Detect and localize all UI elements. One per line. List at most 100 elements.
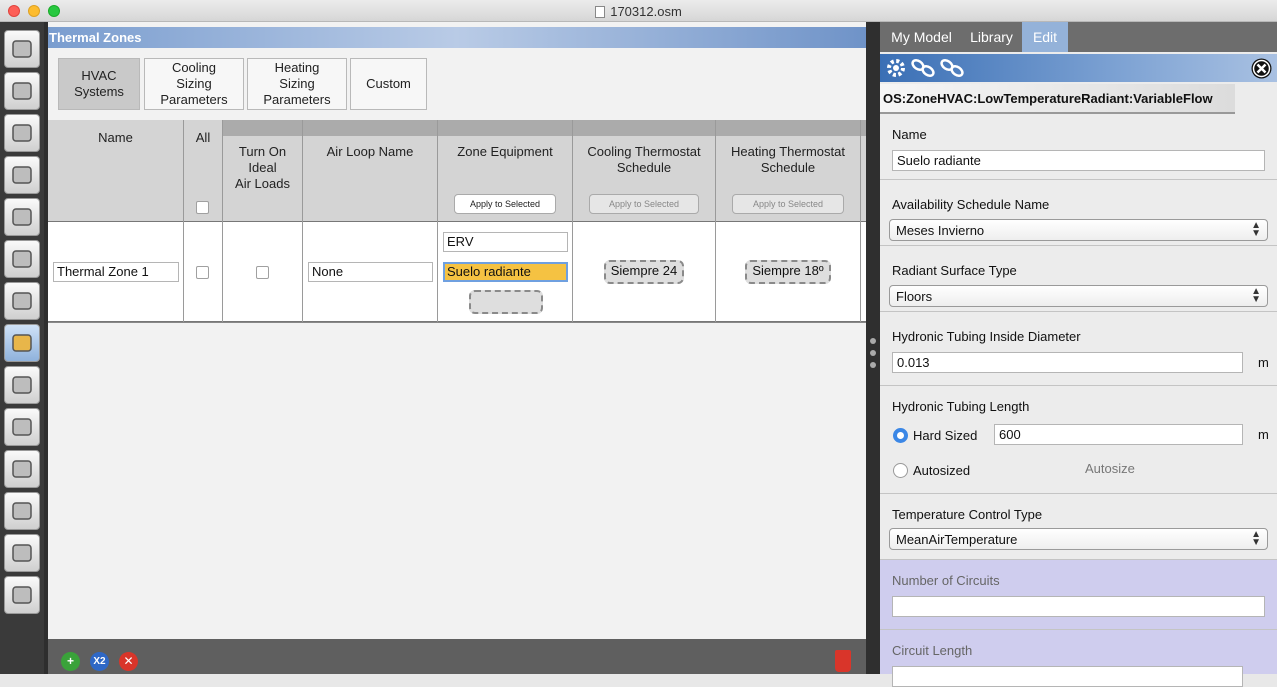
column-all: All (184, 120, 223, 322)
zone-equipment-item-selected[interactable]: Suelo radiante (443, 262, 568, 282)
availability-label: Availability Schedule Name (892, 197, 1050, 212)
zone-name-field[interactable]: Thermal Zone 1 (53, 262, 179, 282)
subtab-cooling-sizing[interactable]: Cooling Sizing Parameters (144, 58, 244, 110)
surface-type-value: Floors (896, 289, 933, 304)
column-air-loop: Air Loop Name None (303, 120, 438, 322)
inspector-tabs: My Model Library Edit (880, 22, 1277, 52)
left-nav-bar (0, 22, 44, 674)
nav-button-site-globe[interactable] (4, 30, 40, 68)
inspector-panel: My Model Library Edit OS:ZoneHVAC:LowTem… (880, 22, 1277, 687)
tab-edit[interactable]: Edit (1022, 22, 1068, 52)
column-header-heating-thermostat: Heating Thermostat Schedule Apply to Sele… (716, 120, 860, 222)
space-types-cube-icon (12, 208, 32, 226)
main-panel: Thermal Zones HVAC Systems Cooling Sizing P… (48, 22, 866, 674)
field-diameter-section: Hydronic Tubing Inside Diameter 0.013 m (880, 312, 1277, 386)
ideal-air-loads-checkbox[interactable] (256, 266, 269, 279)
gear-icon[interactable] (885, 57, 907, 79)
nav-button-run-play[interactable] (4, 534, 40, 572)
apply-to-selected-button[interactable]: Apply to Selected (589, 194, 699, 214)
temp-control-select[interactable]: MeanAirTemperature ▲ ▼ (889, 528, 1268, 550)
column-air-loop-label: Air Loop Name (326, 144, 414, 159)
subtab-hvac-systems[interactable]: HVAC Systems (58, 58, 140, 110)
subtab-hvac-systems-label: HVAC Systems (74, 68, 124, 99)
purge-trash-icon[interactable] (835, 650, 851, 672)
results-chart-icon (12, 586, 32, 604)
tab-my-model[interactable]: My Model (880, 22, 963, 52)
tubing-length-input[interactable]: 600 (994, 424, 1243, 445)
nav-button-constructions-brick[interactable] (4, 114, 40, 152)
nav-button-facility-box[interactable] (4, 282, 40, 320)
subtab-heating-sizing-label: Heating Sizing Parameters (263, 60, 331, 107)
add-zone-button[interactable]: + (61, 652, 80, 671)
page-title: Thermal Zones (48, 27, 866, 48)
table-row-cell-ideal-air-loads (223, 222, 302, 322)
thermal-zones-grid: Name Thermal Zone 1 All Turn On Ideal Air … (48, 120, 866, 322)
availability-select[interactable]: Meses Invierno ▲ ▼ (889, 219, 1268, 241)
column-name: Name Thermal Zone 1 (48, 120, 184, 322)
name-input[interactable]: Suelo radiante (892, 150, 1265, 171)
column-name-label: Name (98, 130, 133, 145)
site-globe-icon (12, 40, 32, 58)
zone-equipment-item[interactable]: ERV (443, 232, 568, 252)
field-name-section: Name Suelo radiante (880, 116, 1277, 180)
autosized-label: Autosized (913, 463, 971, 478)
column-ideal-air-loads: Turn On Ideal Air Loads (223, 120, 303, 322)
nav-button-thermal-zones-cube[interactable] (4, 324, 40, 362)
row-select-checkbox[interactable] (196, 266, 209, 279)
cooling-schedule-drop-zone[interactable]: Siempre 24 (604, 260, 684, 284)
air-loop-name-field[interactable]: None (308, 262, 433, 282)
diameter-unit: m (1258, 355, 1269, 370)
nav-button-scripts-scroll[interactable] (4, 492, 40, 530)
surface-type-select[interactable]: Floors ▲ ▼ (889, 285, 1268, 307)
tab-library[interactable]: Library (963, 22, 1020, 52)
nav-button-space-types-cube[interactable] (4, 198, 40, 236)
copy-zone-button[interactable]: X2 (90, 652, 109, 671)
subtab-custom[interactable]: Custom (350, 58, 427, 110)
nav-button-variables[interactable] (4, 408, 40, 446)
window-title: 170312.osm (0, 4, 1277, 19)
tubing-length-label: Hydronic Tubing Length (892, 399, 1030, 414)
nav-button-loads-plug[interactable] (4, 156, 40, 194)
nav-button-simulation-settings-gear[interactable] (4, 450, 40, 488)
column-cooling-thermostat-label: Cooling Thermostat Schedule (587, 144, 701, 175)
column-heating-thermostat-label: Heating Thermostat Schedule (731, 144, 845, 175)
subtab-heating-sizing[interactable]: Heating Sizing Parameters (247, 58, 347, 110)
splitter-grip-dot (870, 362, 876, 368)
column-header-all: All (184, 120, 222, 222)
tubing-length-unit: m (1258, 427, 1269, 442)
select-all-checkbox[interactable] (196, 201, 209, 214)
nav-button-results-chart[interactable] (4, 576, 40, 614)
name-label: Name (892, 127, 927, 142)
zone-equipment-drop-zone[interactable] (469, 290, 543, 314)
inspector-toolbar (880, 54, 1277, 82)
column-header-ideal-air-loads: Turn On Ideal Air Loads (223, 120, 302, 222)
temp-control-label: Temperature Control Type (892, 507, 1043, 522)
table-row-cell-air-loop: None (303, 222, 437, 322)
diameter-input[interactable]: 0.013 (892, 352, 1243, 373)
footer-toolbar: + X2 ✕ (48, 639, 866, 674)
autosize-button[interactable]: Autosize (1085, 461, 1135, 476)
apply-to-selected-button[interactable]: Apply to Selected (454, 194, 556, 214)
field-tubing-length-section: Hydronic Tubing Length Hard Sized 600 m … (880, 386, 1277, 494)
scripts-scroll-icon (12, 502, 32, 520)
autosized-radio[interactable] (893, 463, 908, 478)
panel-splitter-handle[interactable] (866, 22, 880, 674)
nav-button-geometry-building[interactable] (4, 240, 40, 278)
nav-button-hvac-systems-loop[interactable] (4, 366, 40, 404)
link-icon[interactable] (910, 57, 936, 79)
circuits-label: Number of Circuits (892, 573, 1000, 588)
hard-sized-label: Hard Sized (913, 428, 978, 443)
hard-sized-radio[interactable] (893, 428, 908, 443)
heating-schedule-drop-zone[interactable]: Siempre 18º (745, 260, 831, 284)
window-title-text: 170312.osm (610, 4, 682, 19)
header-band (223, 120, 302, 136)
apply-to-selected-button[interactable]: Apply to Selected (732, 194, 844, 214)
close-icon[interactable] (1251, 58, 1272, 79)
variables-icon (12, 418, 32, 436)
nav-button-schedules-calendar[interactable] (4, 72, 40, 110)
circuit-length-input[interactable] (892, 666, 1243, 687)
unlink-icon[interactable] (939, 57, 965, 79)
field-temp-control-section: Temperature Control Type MeanAirTemperat… (880, 494, 1277, 560)
remove-zone-button[interactable]: ✕ (119, 652, 138, 671)
circuits-input[interactable] (892, 596, 1265, 617)
